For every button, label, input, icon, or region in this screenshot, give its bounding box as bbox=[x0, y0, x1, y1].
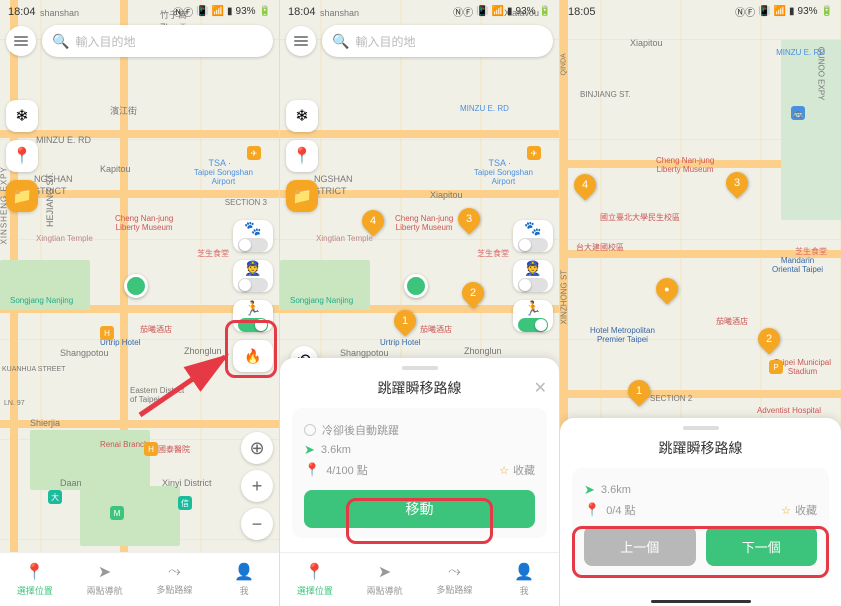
status-bar: 18:04 ⓃⒻ📳📶▮ 93%🔋 bbox=[280, 0, 559, 21]
nav-icon: ➤ bbox=[98, 562, 111, 582]
prev-button[interactable]: 上一個 bbox=[584, 526, 696, 566]
toggle-police[interactable]: 👮 bbox=[233, 260, 273, 292]
toggle-pet[interactable]: 🐾 bbox=[233, 220, 273, 252]
nav-arrow-icon: ➤ bbox=[584, 482, 595, 498]
search-icon: 🔍 bbox=[52, 33, 69, 50]
menu-button[interactable] bbox=[286, 26, 316, 56]
folder-button[interactable]: 📁 bbox=[6, 180, 38, 212]
bottom-nav: 📍 選擇位置 ➤ 兩點導航 ⤳ 多點路線 👤 我 bbox=[0, 552, 279, 606]
search-input[interactable]: 🔍 輸入目的地 bbox=[322, 25, 553, 57]
point-icon: 📍 bbox=[584, 502, 600, 518]
bottom-sheet-route: 跳躍瞬移路線 ✕ 冷卻後自動跳躍 ➤ 3.6km 📍 4/100 點 ☆ 收藏 bbox=[280, 358, 559, 552]
minus-icon: − bbox=[252, 514, 263, 535]
zoom-in-button[interactable]: + bbox=[241, 470, 273, 502]
location-icon: 📍 bbox=[25, 562, 45, 582]
nav-two-point[interactable]: ➤ 兩點導航 bbox=[70, 553, 140, 606]
points-label: 0/4 點 bbox=[606, 502, 635, 518]
search-icon: 🔍 bbox=[332, 33, 349, 50]
snowflake-icon: ❄ bbox=[15, 106, 28, 126]
sheet-handle[interactable] bbox=[402, 366, 438, 370]
route-icon: ⤳ bbox=[168, 563, 181, 581]
wifi-icon: 📶 bbox=[212, 6, 224, 17]
points-label: 4/100 點 bbox=[326, 462, 368, 478]
nav-me[interactable]: 👤我 bbox=[489, 553, 559, 606]
toggle-person[interactable]: 🏃 bbox=[513, 300, 553, 332]
distance-label: 3.6km bbox=[321, 444, 351, 456]
panel-1: shanshan 竹子窩 Zhuzilin 濱江街 MINZU E. RD Ka… bbox=[0, 0, 280, 606]
pet-icon: 🐾 bbox=[244, 220, 261, 237]
next-button[interactable]: 下一個 bbox=[706, 526, 818, 566]
toggle-pet[interactable]: 🐾 bbox=[513, 220, 553, 252]
radio-icon bbox=[304, 424, 316, 436]
menu-button[interactable] bbox=[6, 26, 36, 56]
pin-button[interactable]: 📍 bbox=[286, 140, 318, 172]
toggle-person[interactable]: 🏃 bbox=[233, 300, 273, 332]
panel-3: Xiapitou MINZU E. RD OUNOO EXPY Cheng Na… bbox=[560, 0, 841, 606]
nfc-icon: ⓃⒻ bbox=[173, 4, 193, 19]
bottom-sheet-route-nav: 跳躍瞬移路線 ➤ 3.6km 📍 0/4 點 ☆ 收藏 上一個 下一個 bbox=[560, 418, 841, 606]
star-icon: ☆ bbox=[499, 464, 509, 477]
battery-icon: 🔋 bbox=[259, 6, 271, 17]
move-button[interactable]: 移動 bbox=[304, 490, 535, 528]
status-time: 18:05 bbox=[568, 6, 596, 18]
sheet-title: 跳躍瞬移路線 bbox=[378, 378, 462, 398]
nav-two-point[interactable]: ➤兩點導航 bbox=[350, 553, 420, 606]
locate-button[interactable]: ⊕ bbox=[241, 432, 273, 464]
home-indicator bbox=[651, 600, 751, 603]
snow-button[interactable]: ❄ bbox=[6, 100, 38, 132]
hamburger-icon bbox=[14, 36, 28, 46]
status-time: 18:04 bbox=[288, 6, 316, 18]
status-time: 18:04 bbox=[8, 6, 36, 18]
sheet-title: 跳躍瞬移路線 bbox=[659, 438, 743, 458]
panel-2: shanshan Xiatavou MINZU E. RD TSA · Taip… bbox=[280, 0, 560, 606]
crosshair-icon: ⊕ bbox=[249, 438, 264, 459]
toggle-fire[interactable]: 🔥 bbox=[233, 340, 273, 372]
person-icon: 🏃 bbox=[244, 300, 261, 317]
user-icon: 👤 bbox=[234, 562, 254, 582]
favorite-button[interactable]: ☆ 收藏 bbox=[499, 462, 535, 478]
sheet-handle[interactable] bbox=[683, 426, 719, 430]
toggle-police[interactable]: 👮 bbox=[513, 260, 553, 292]
nav-select-location[interactable]: 📍選擇位置 bbox=[280, 553, 350, 606]
nav-multi-point[interactable]: ⤳ 多點路線 bbox=[140, 553, 210, 606]
plus-icon: + bbox=[252, 476, 263, 497]
auto-jump-row[interactable]: 冷卻後自動跳躍 bbox=[304, 422, 535, 438]
status-bar: 18:05 ⓃⒻ📳📶▮ 93%🔋 bbox=[560, 0, 841, 21]
favorite-button[interactable]: ☆ 收藏 bbox=[781, 502, 817, 518]
status-bar: 18:04 ⓃⒻ 📳 📶 ▮ 93% 🔋 bbox=[0, 0, 279, 21]
snow-button[interactable]: ❄ bbox=[286, 100, 318, 132]
nav-multi-point[interactable]: ⤳多點路線 bbox=[420, 553, 490, 606]
close-icon: ✕ bbox=[534, 380, 547, 397]
search-input[interactable]: 🔍 輸入目的地 bbox=[42, 25, 273, 57]
folder-button[interactable]: 📁 bbox=[286, 180, 318, 212]
nav-arrow-icon: ➤ bbox=[304, 442, 315, 458]
zoom-out-button[interactable]: − bbox=[241, 508, 273, 540]
point-icon: 📍 bbox=[304, 462, 320, 478]
nav-me[interactable]: 👤 我 bbox=[209, 553, 279, 606]
distance-label: 3.6km bbox=[601, 484, 631, 496]
vibrate-icon: 📳 bbox=[196, 6, 208, 17]
folder-icon: 📁 bbox=[12, 186, 32, 206]
pin-button[interactable]: 📍 bbox=[6, 140, 38, 172]
fire-icon: 🔥 bbox=[244, 348, 261, 365]
signal-icon: ▮ bbox=[227, 6, 233, 17]
search-placeholder: 輸入目的地 bbox=[75, 33, 135, 50]
nav-select-location[interactable]: 📍 選擇位置 bbox=[0, 553, 70, 606]
star-icon: ☆ bbox=[781, 504, 791, 517]
sheet-close-button[interactable]: ✕ bbox=[534, 378, 547, 398]
police-icon: 👮 bbox=[244, 260, 261, 277]
battery-text: 93% bbox=[236, 6, 256, 17]
pin-icon: 📍 bbox=[12, 146, 32, 166]
